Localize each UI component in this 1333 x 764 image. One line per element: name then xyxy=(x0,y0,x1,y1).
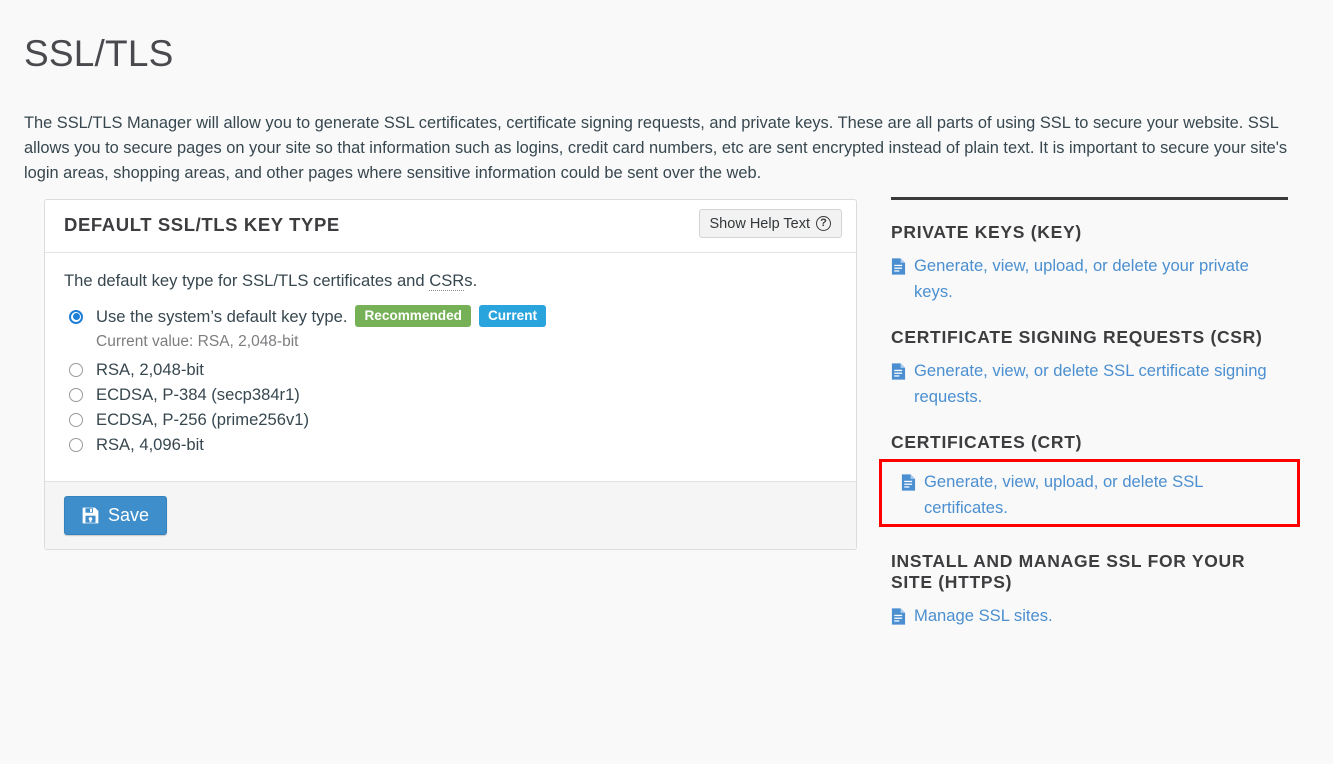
sidebar-section-csr: CERTIFICATE SIGNING REQUESTS (CSR) Gener… xyxy=(891,327,1288,410)
sidebar-heading-certificates: CERTIFICATES (CRT) xyxy=(891,432,1083,452)
floppy-disk-icon xyxy=(82,507,99,524)
key-type-option-rsa-2048[interactable]: RSA, 2,048-bit xyxy=(64,357,837,382)
sidebar-link-text-manage-ssl-sites: Manage SSL sites. xyxy=(914,606,1053,625)
key-type-description-post: s. xyxy=(464,271,478,290)
sidebar-link-private-keys[interactable]: Generate, view, upload, or delete your p… xyxy=(891,253,1288,305)
radio-label-rsa-2048: RSA, 2,048-bit xyxy=(96,360,204,379)
radio-ecdsa-p256[interactable] xyxy=(69,412,83,427)
file-document-icon xyxy=(891,257,906,283)
radio-label-rsa-4096: RSA, 4,096-bit xyxy=(96,435,204,454)
sidebar-link-manage-ssl-sites[interactable]: Manage SSL sites. xyxy=(891,603,1288,629)
file-document-icon xyxy=(891,362,906,388)
radio-rsa-4096[interactable] xyxy=(69,437,83,452)
panel-body: The default key type for SSL/TLS certifi… xyxy=(45,253,856,481)
sidebar-section-install-manage: INSTALL AND MANAGE SSL FOR YOUR SITE (HT… xyxy=(891,551,1288,629)
radio-rsa-2048[interactable] xyxy=(69,362,83,377)
sidebar-heading-private-keys: PRIVATE KEYS (KEY) xyxy=(891,222,1082,242)
radio-ecdsa-p384[interactable] xyxy=(69,387,83,402)
panel-footer: Save xyxy=(45,481,856,549)
current-value-text: Current value: RSA, 2,048-bit xyxy=(96,333,299,350)
sidebar-heading-csr: CERTIFICATE SIGNING REQUESTS (CSR) xyxy=(891,327,1263,347)
page-description: The SSL/TLS Manager will allow you to ge… xyxy=(24,114,1288,183)
sidebar-link-certificates[interactable]: Generate, view, upload, or delete SSL ce… xyxy=(891,463,1288,529)
key-type-option-rsa-4096[interactable]: RSA, 4,096-bit xyxy=(64,432,837,457)
sidebar-link-text-csr: Generate, view, or delete SSL certificat… xyxy=(914,361,1267,406)
sidebar-link-text-private-keys: Generate, view, upload, or delete your p… xyxy=(914,256,1249,301)
question-circle-icon: ? xyxy=(816,216,831,231)
page-title: SSL/TLS xyxy=(24,32,174,74)
file-document-icon xyxy=(901,473,916,499)
default-key-type-panel: DEFAULT SSL/TLS KEY TYPE Show Help Text … xyxy=(44,199,857,550)
ssl-tls-page: SSL/TLS The SSL/TLS Manager will allow y… xyxy=(0,0,1333,764)
key-type-description-pre: The default key type for SSL/TLS certifi… xyxy=(64,271,430,290)
ssl-resources-sidebar: PRIVATE KEYS (KEY) Generate, view, uploa… xyxy=(879,197,1300,651)
key-type-radio-group: Use the system’s default key type. Recomm… xyxy=(64,304,837,457)
sidebar-heading-install-manage: INSTALL AND MANAGE SSL FOR YOUR SITE (HT… xyxy=(891,551,1246,592)
sidebar-link-text-certificates: Generate, view, upload, or delete SSL ce… xyxy=(924,472,1203,517)
radio-label-system-default: Use the system’s default key type. Recomm… xyxy=(96,304,547,329)
radio-label-ecdsa-p256: ECDSA, P-256 (prime256v1) xyxy=(96,410,310,429)
key-type-option-ecdsa-p256[interactable]: ECDSA, P-256 (prime256v1) xyxy=(64,407,837,432)
key-type-option-ecdsa-p384[interactable]: ECDSA, P-384 (secp384r1) xyxy=(64,382,837,407)
sidebar-section-private-keys: PRIVATE KEYS (KEY) Generate, view, uploa… xyxy=(891,222,1288,305)
csr-abbreviation: CSR xyxy=(429,271,465,291)
radio-system-default[interactable] xyxy=(69,309,83,324)
key-type-description: The default key type for SSL/TLS certifi… xyxy=(64,269,837,293)
show-help-text-button[interactable]: Show Help Text ? xyxy=(698,209,842,238)
show-help-text-label: Show Help Text xyxy=(709,215,810,232)
badge-current: Current xyxy=(478,305,547,327)
file-document-icon xyxy=(891,607,906,633)
sidebar-section-certificates: CERTIFICATES (CRT) Generate, view, uploa… xyxy=(879,432,1300,529)
badge-recommended: Recommended xyxy=(355,305,471,327)
sidebar-link-csr[interactable]: Generate, view, or delete SSL certificat… xyxy=(891,358,1288,410)
save-button-label: Save xyxy=(108,505,150,525)
save-button[interactable]: Save xyxy=(64,496,168,535)
panel-title: DEFAULT SSL/TLS KEY TYPE xyxy=(64,214,340,235)
panel-header: DEFAULT SSL/TLS KEY TYPE Show Help Text … xyxy=(45,200,856,253)
radio-text-system-default: Use the system’s default key type. xyxy=(96,307,348,326)
key-type-option-system-default[interactable]: Use the system’s default key type. Recomm… xyxy=(64,304,837,329)
radio-label-ecdsa-p384: ECDSA, P-384 (secp384r1) xyxy=(96,385,300,404)
